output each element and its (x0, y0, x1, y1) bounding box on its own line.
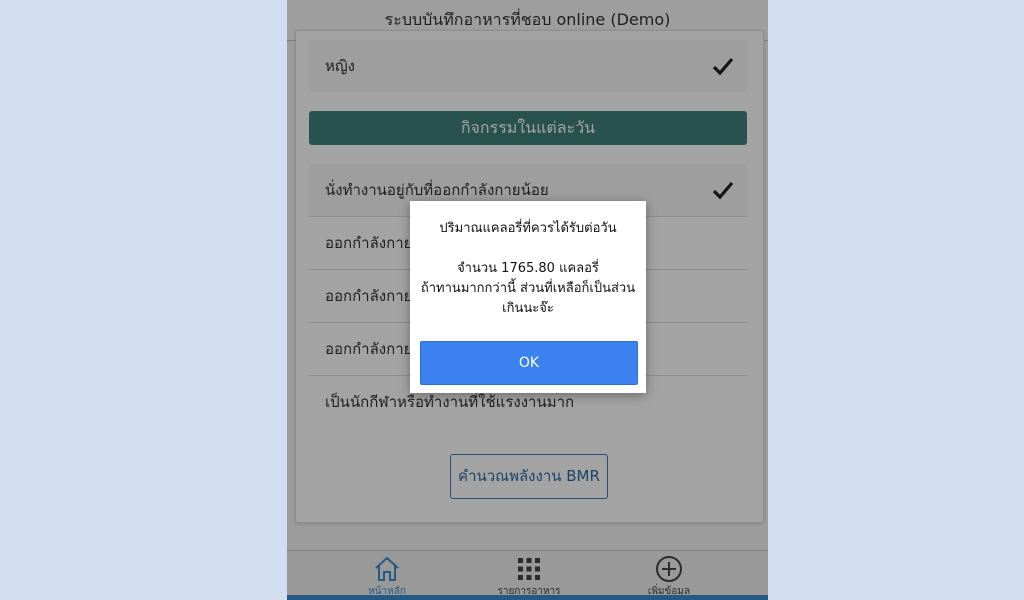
ok-button[interactable]: OK (420, 341, 638, 385)
dialog-note-line: เกินนะจ๊ะ (502, 301, 554, 316)
dialog-calorie-amount: จำนวน 1765.80 แคลอรี่ (457, 261, 599, 276)
calorie-alert-dialog: ปริมาณแคลอรี่ที่ควรได้รับต่อวัน จำนวน 17… (410, 201, 646, 393)
dialog-note-line: ถ้าทานมากกว่านี้ ส่วนที่เหลือก็เป็นส่วน (420, 281, 636, 296)
dialog-message: จำนวน 1765.80 แคลอรี่ ถ้าทานมากกว่านี้ ส… (418, 259, 638, 319)
dialog-title: ปริมาณแคลอรี่ที่ควรได้รับต่อวัน (439, 221, 617, 236)
